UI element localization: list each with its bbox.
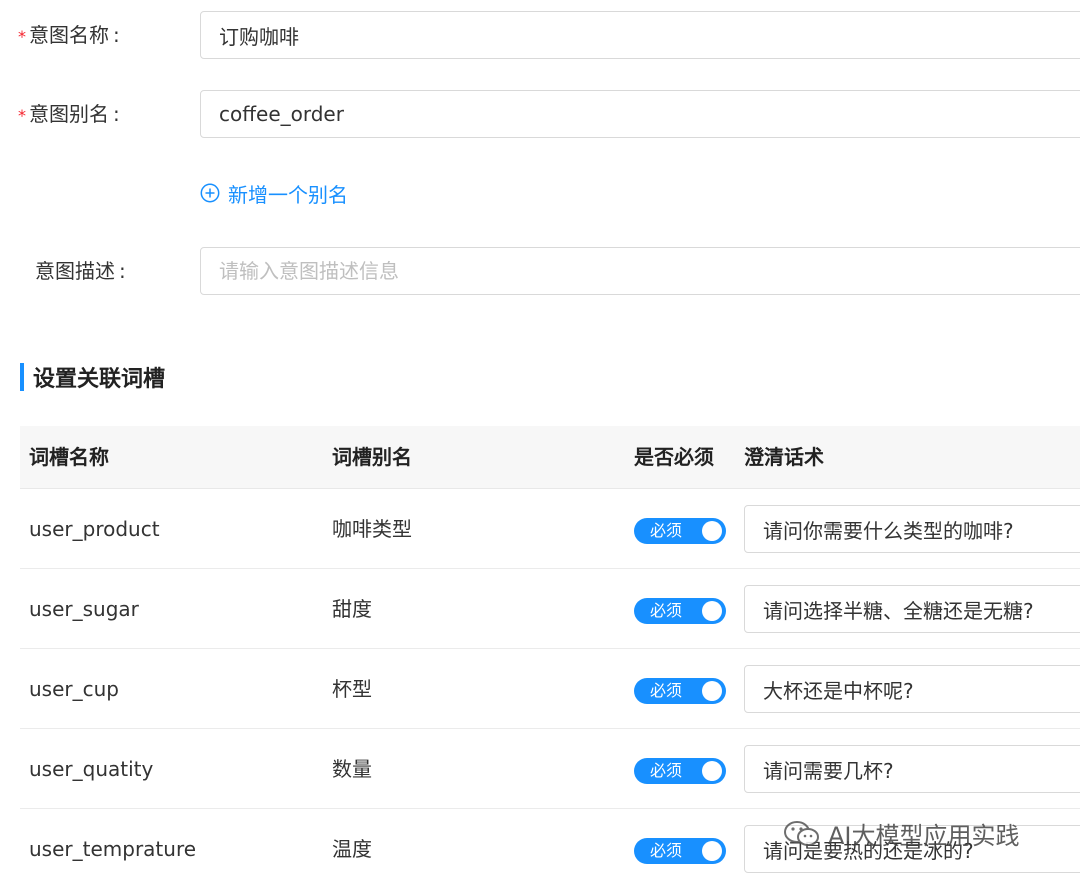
required-star: * bbox=[18, 27, 26, 46]
header-clarify: 澄清话术 bbox=[744, 445, 824, 469]
toggle-knob bbox=[702, 841, 722, 861]
clarify-input[interactable] bbox=[744, 745, 1080, 793]
required-toggle[interactable]: 必须 bbox=[634, 758, 726, 784]
required-toggle[interactable]: 必须 bbox=[634, 518, 726, 544]
intent-desc-label: 意图描述: bbox=[35, 259, 126, 283]
clarify-input[interactable] bbox=[744, 825, 1080, 873]
required-toggle[interactable]: 必须 bbox=[634, 838, 726, 864]
required-toggle[interactable]: 必须 bbox=[634, 598, 726, 624]
toggle-knob bbox=[702, 761, 722, 781]
clarify-input[interactable] bbox=[744, 585, 1080, 633]
toggle-label: 必须 bbox=[650, 681, 683, 700]
table-row: user_sugar 甜度 必须 bbox=[20, 569, 1080, 649]
slot-name: user_temprature bbox=[29, 837, 197, 861]
intent-name-label: * 意图名称: bbox=[18, 23, 120, 47]
slot-alias: 数量 bbox=[332, 757, 372, 781]
header-required: 是否必须 bbox=[634, 445, 714, 469]
slot-alias: 咖啡类型 bbox=[332, 517, 412, 541]
slot-section-header: 设置关联词槽 bbox=[20, 362, 165, 392]
table-row: user_cup 杯型 必须 bbox=[20, 649, 1080, 729]
header-slot-alias: 词槽别名 bbox=[332, 445, 412, 469]
add-alias-button[interactable]: 新增一个别名 bbox=[200, 178, 348, 208]
intent-alias-row: * 意图别名: bbox=[0, 90, 1080, 138]
required-star: * bbox=[18, 106, 26, 125]
intent-desc-row: 意图描述: bbox=[0, 247, 1080, 295]
intent-name-input[interactable] bbox=[200, 11, 1080, 59]
section-title: 设置关联词槽 bbox=[33, 367, 166, 392]
table-row: user_quatity 数量 必须 bbox=[20, 729, 1080, 809]
table-row: user_product 咖啡类型 必须 bbox=[20, 489, 1080, 569]
clarify-input[interactable] bbox=[744, 665, 1080, 713]
plus-circle-icon bbox=[200, 183, 220, 203]
slot-name: user_sugar bbox=[29, 597, 139, 621]
required-toggle[interactable]: 必须 bbox=[634, 678, 726, 704]
intent-alias-input[interactable] bbox=[200, 90, 1080, 138]
add-alias-label: 新增一个别名 bbox=[228, 182, 348, 207]
slot-name: user_product bbox=[29, 517, 160, 541]
slot-alias: 温度 bbox=[332, 837, 372, 861]
section-accent-bar bbox=[20, 363, 24, 391]
intent-alias-label: * 意图别名: bbox=[18, 102, 120, 126]
slot-alias: 甜度 bbox=[332, 597, 372, 621]
table-row: user_temprature 温度 必须 bbox=[20, 809, 1080, 881]
slot-table: 词槽名称 词槽别名 是否必须 澄清话术 user_product 咖啡类型 必须… bbox=[20, 426, 1080, 881]
toggle-knob bbox=[702, 681, 722, 701]
slot-alias: 杯型 bbox=[332, 677, 372, 701]
toggle-knob bbox=[702, 601, 722, 621]
header-slot-name: 词槽名称 bbox=[29, 445, 109, 469]
toggle-knob bbox=[702, 521, 722, 541]
toggle-label: 必须 bbox=[650, 761, 683, 780]
clarify-input[interactable] bbox=[744, 505, 1080, 553]
intent-desc-input[interactable] bbox=[200, 247, 1080, 295]
slot-name: user_cup bbox=[29, 677, 119, 701]
table-header: 词槽名称 词槽别名 是否必须 澄清话术 bbox=[20, 426, 1080, 489]
toggle-label: 必须 bbox=[650, 841, 683, 860]
intent-name-row: * 意图名称: bbox=[0, 11, 1080, 59]
toggle-label: 必须 bbox=[650, 601, 683, 620]
toggle-label: 必须 bbox=[650, 521, 683, 540]
slot-name: user_quatity bbox=[29, 757, 154, 781]
